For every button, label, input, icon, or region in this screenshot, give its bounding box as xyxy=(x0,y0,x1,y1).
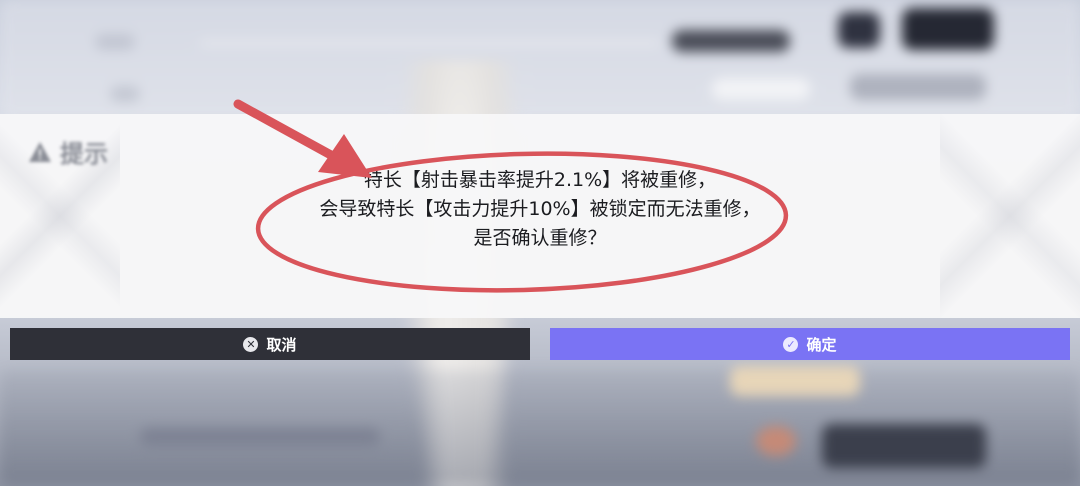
close-circle-icon: ✕ xyxy=(243,336,259,352)
game-screen: 提示 特长【射击暴击率提升2.1%】将被重修， 会导致特长【攻击力提升10%】被… xyxy=(0,0,1080,486)
confirm-button-label: 确定 xyxy=(806,335,837,354)
confirm-button[interactable]: ✓ 确定 xyxy=(550,328,1070,360)
message-line: 是否确认重修？ xyxy=(473,227,607,249)
dialog-message: 特长【射击暴击率提升2.1%】将被重修， 会导致特长【攻击力提升10%】被锁定而… xyxy=(0,166,1080,253)
warning-icon xyxy=(28,141,52,163)
confirm-dialog: 提示 特长【射击暴击率提升2.1%】将被重修， 会导致特长【攻击力提升10%】被… xyxy=(0,114,1080,318)
message-line: 特长【射击暴击率提升2.1%】将被重修， xyxy=(363,169,717,191)
cancel-button-label: 取消 xyxy=(266,335,297,354)
message-line: 会导致特长【攻击力提升10%】被锁定而无法重修， xyxy=(319,198,761,220)
cancel-button[interactable]: ✕ 取消 xyxy=(10,328,530,360)
check-circle-icon: ✓ xyxy=(783,336,799,352)
dialog-title: 提示 xyxy=(28,134,108,169)
dialog-title-text: 提示 xyxy=(60,140,108,168)
